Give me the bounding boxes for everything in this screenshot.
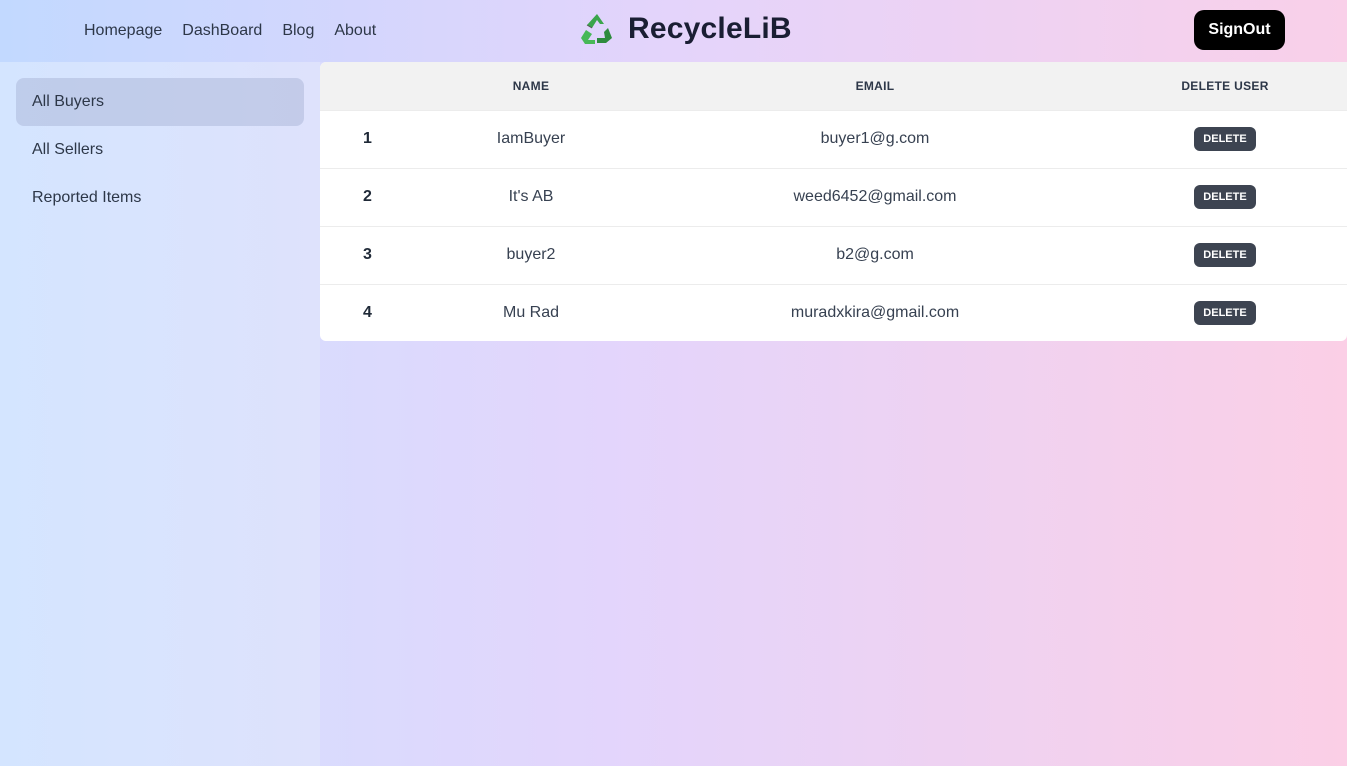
- row-index: 2: [363, 188, 372, 205]
- table-row: 1 IamBuyer buyer1@g.com DELETE: [320, 110, 1347, 168]
- nav-link-dashboard[interactable]: DashBoard: [182, 20, 262, 42]
- table-header-row: Name Email Delete User: [320, 62, 1347, 110]
- buyers-table-container: Name Email Delete User 1 IamBuyer buyer1…: [320, 62, 1347, 341]
- row-index: 1: [363, 130, 372, 147]
- buyers-table: Name Email Delete User 1 IamBuyer buyer1…: [320, 62, 1347, 341]
- sidebar: All Buyers All Sellers Reported Items: [0, 62, 320, 766]
- delete-cell: DELETE: [1103, 110, 1347, 168]
- sidebar-item-all-buyers[interactable]: All Buyers: [16, 78, 304, 126]
- table-row: 4 Mu Rad muradxkira@gmail.com DELETE: [320, 284, 1347, 341]
- table-row: 3 buyer2 b2@g.com DELETE: [320, 226, 1347, 284]
- recycle-icon: [581, 14, 612, 44]
- row-index: 4: [363, 304, 372, 322]
- column-header-email: Email: [855, 78, 895, 93]
- nav-link-homepage[interactable]: Homepage: [84, 20, 162, 42]
- row-index: 3: [363, 246, 372, 263]
- user-email: muradxkira@gmail.com: [790, 304, 960, 322]
- user-email: buyer1@g.com: [820, 130, 930, 147]
- delete-button[interactable]: DELETE: [1194, 243, 1256, 267]
- sidebar-item-all-sellers[interactable]: All Sellers: [16, 126, 304, 174]
- brand-logo[interactable]: RecycleLiB: [580, 12, 792, 46]
- column-header-name: Name: [512, 78, 550, 93]
- nav-link-blog[interactable]: Blog: [282, 20, 314, 42]
- main-nav: Homepage DashBoard Blog About: [84, 20, 396, 42]
- user-name: Mu Rad: [502, 304, 560, 322]
- table-row: 2 It's AB weed6452@gmail.com DELETE: [320, 168, 1347, 226]
- signout-button[interactable]: SignOut: [1194, 10, 1285, 50]
- top-navbar: Homepage DashBoard Blog About RecycleLiB…: [0, 0, 1347, 62]
- delete-button[interactable]: DELETE: [1194, 301, 1256, 326]
- sidebar-item-reported-items[interactable]: Reported Items: [16, 174, 304, 222]
- delete-cell: DELETE: [1103, 284, 1347, 341]
- delete-button[interactable]: DELETE: [1194, 127, 1256, 151]
- delete-button[interactable]: DELETE: [1194, 185, 1256, 209]
- nav-link-about[interactable]: About: [334, 20, 376, 42]
- user-email: b2@g.com: [836, 246, 914, 263]
- column-header-delete-user: Delete User: [1181, 78, 1269, 93]
- column-header-index: [320, 62, 415, 110]
- delete-cell: DELETE: [1103, 168, 1347, 226]
- user-name: buyer2: [506, 246, 556, 263]
- user-name: IamBuyer: [496, 130, 566, 147]
- brand-title: RecycleLiB: [628, 12, 792, 45]
- delete-cell: DELETE: [1103, 226, 1347, 284]
- user-email: weed6452@gmail.com: [793, 188, 957, 205]
- user-name: It's AB: [508, 188, 554, 205]
